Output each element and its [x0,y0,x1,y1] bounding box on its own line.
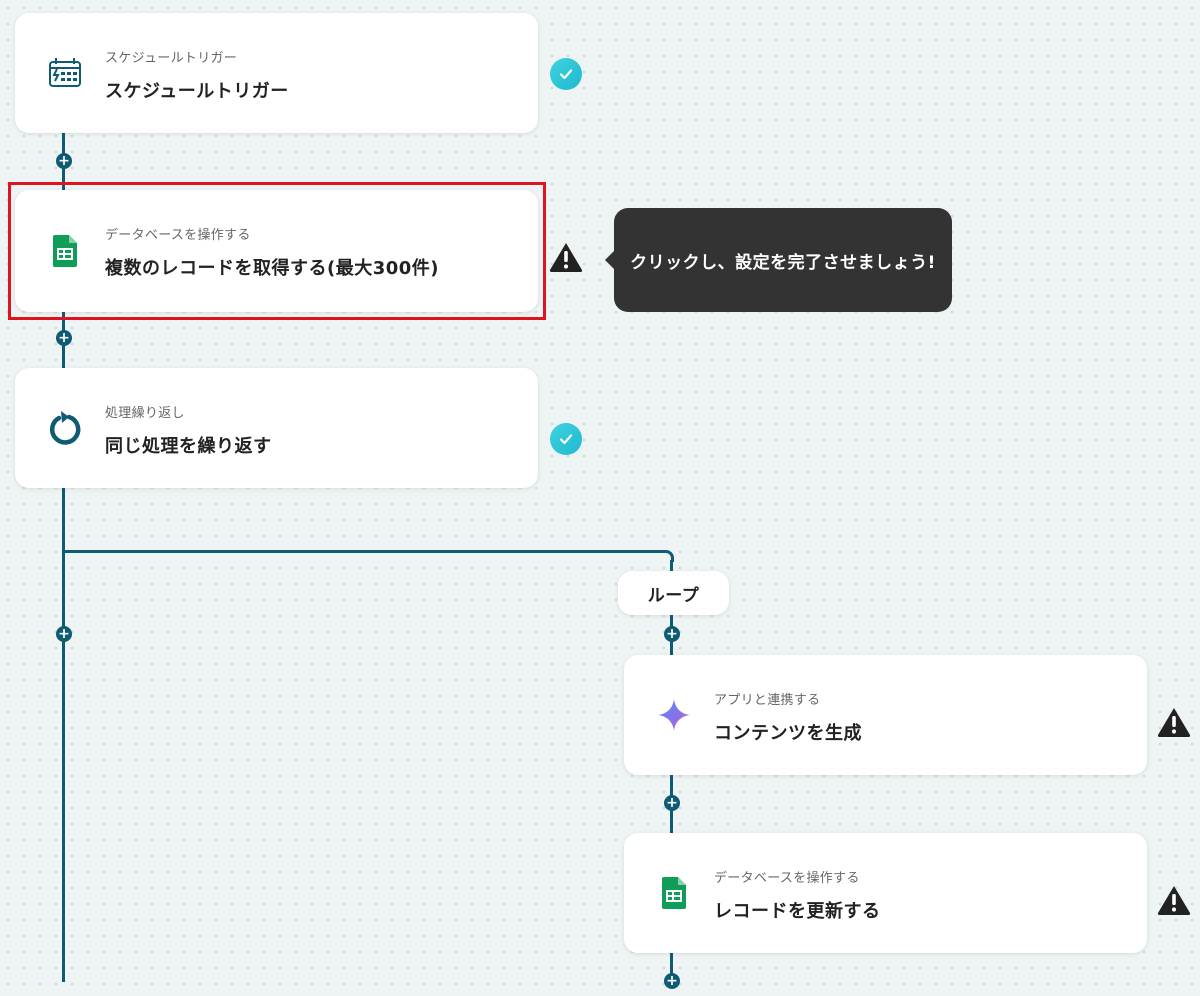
step-title: レコードを更新する [714,901,881,922]
warning-icon [1156,884,1192,916]
step-category: スケジュールトリガー [105,51,238,66]
add-step-button[interactable]: + [664,626,680,642]
setup-hint-tooltip: クリックし、設定を完了させましょう! [614,208,952,312]
check-icon [550,423,582,455]
highlight-frame [8,182,546,320]
warning-icon [548,241,584,273]
step-card-generate-content[interactable]: アプリと連携する コンテンツを生成 [624,655,1147,775]
add-step-button[interactable]: + [56,330,72,346]
step-title: スケジュールトリガー [105,81,289,102]
step-category: 処理繰り返し [105,406,185,421]
check-icon [550,58,582,90]
loop-label: ループ [618,571,729,615]
add-step-button[interactable]: + [56,626,72,642]
step-card-schedule-trigger[interactable]: スケジュールトリガー スケジュールトリガー [15,13,538,133]
step-category: データベースを操作する [714,871,860,886]
gemini-sparkle-icon [654,695,694,735]
step-card-update-record[interactable]: データベースを操作する レコードを更新する [624,833,1147,953]
add-step-button[interactable]: + [664,795,680,811]
google-sheets-icon [654,873,694,913]
add-step-button[interactable]: + [56,153,72,169]
step-card-loop[interactable]: 処理繰り返し 同じ処理を繰り返す [15,368,538,488]
add-step-button[interactable]: + [664,973,680,989]
calendar-schedule-icon [45,53,85,93]
step-category: アプリと連携する [714,693,821,708]
step-title: コンテンツを生成 [714,723,862,744]
warning-icon [1156,706,1192,738]
connector-line-branch [62,550,666,553]
loop-arrow-icon [45,408,85,448]
step-title: 同じ処理を繰り返す [105,436,272,457]
